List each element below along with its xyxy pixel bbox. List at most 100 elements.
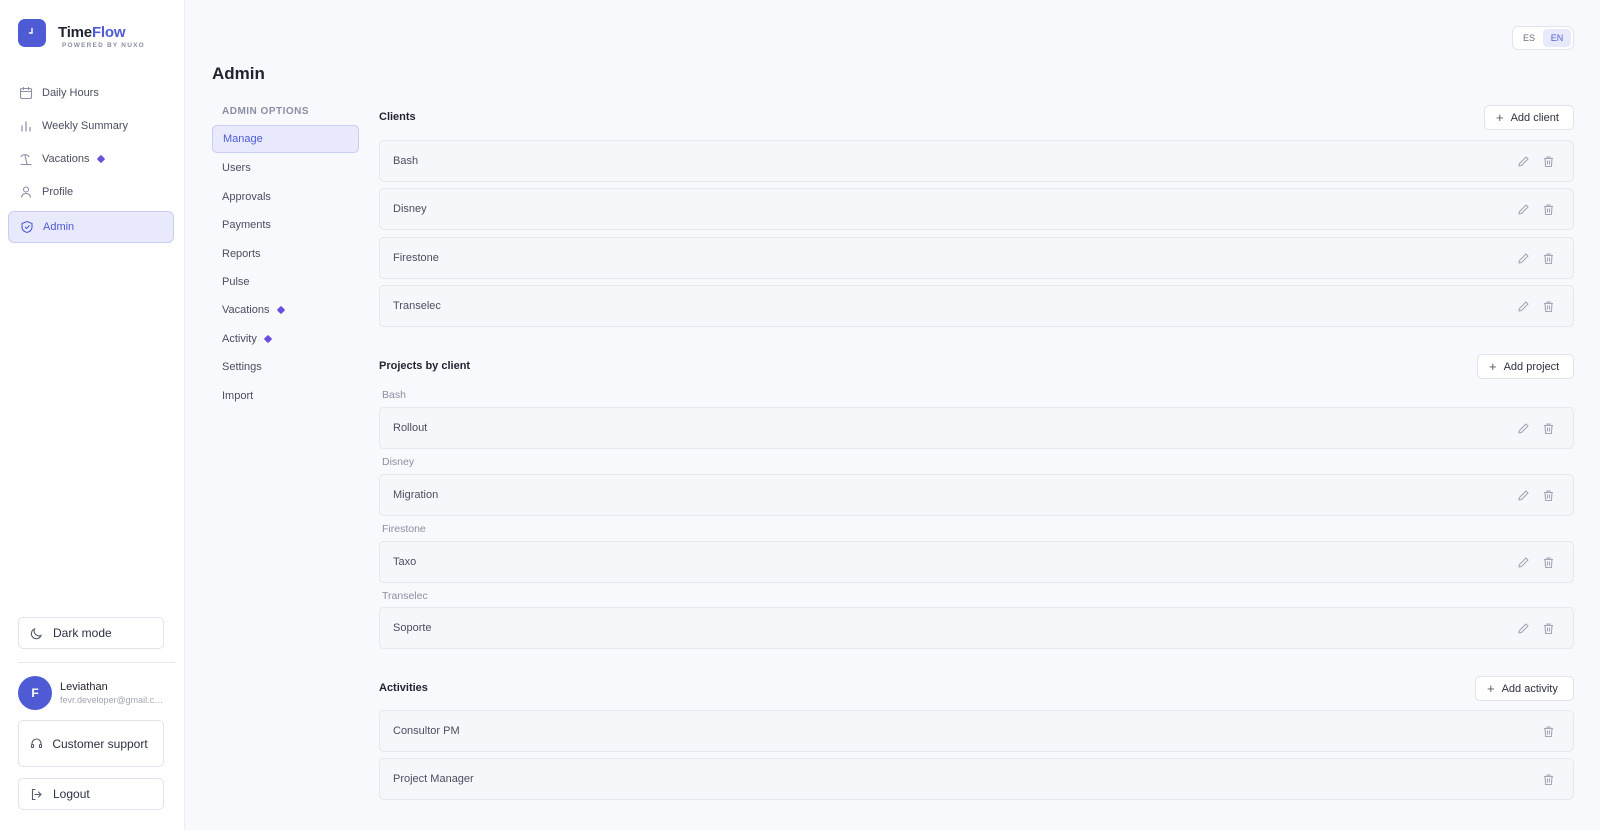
- trash-icon[interactable]: [1542, 300, 1555, 313]
- project-group-label: Transelec: [382, 590, 428, 602]
- language-toggle: ES EN: [1512, 26, 1574, 50]
- project-row: Rollout: [379, 407, 1574, 449]
- pencil-icon[interactable]: [1517, 489, 1530, 502]
- project-group-label: Firestone: [382, 523, 426, 535]
- add-project-button[interactable]: + Add project: [1477, 354, 1574, 379]
- admin-option-users[interactable]: Users: [212, 154, 359, 182]
- divider: [18, 662, 175, 663]
- lang-en-button[interactable]: EN: [1543, 29, 1571, 47]
- client-name: Disney: [393, 203, 427, 215]
- project-name: Soporte: [393, 622, 432, 634]
- trash-icon[interactable]: [1542, 773, 1555, 786]
- user-email: fevr.developer@gmail.com: [60, 695, 165, 705]
- trash-icon[interactable]: [1542, 622, 1555, 635]
- project-name: Migration: [393, 489, 439, 501]
- admin-option-label: Vacations: [222, 304, 270, 316]
- admin-option-label: Activity: [222, 333, 257, 345]
- admin-option-reports[interactable]: Reports: [212, 240, 359, 268]
- dark-mode-label: Dark mode: [53, 626, 112, 640]
- project-name: Rollout: [393, 422, 428, 434]
- plus-icon: +: [1489, 359, 1497, 374]
- pencil-icon[interactable]: [1517, 422, 1530, 435]
- pencil-icon[interactable]: [1517, 155, 1530, 168]
- trash-icon[interactable]: [1542, 203, 1555, 216]
- clock-logo-icon[interactable]: [18, 19, 46, 47]
- add-activity-label: Add activity: [1501, 682, 1558, 695]
- trash-icon[interactable]: [1542, 489, 1555, 502]
- admin-option-approvals[interactable]: Approvals: [212, 183, 359, 211]
- pencil-icon[interactable]: [1517, 203, 1530, 216]
- user-name: Leviathan: [60, 681, 108, 693]
- nav-label: Admin: [43, 221, 75, 233]
- powered-by: POWERED BY NUXO: [62, 42, 145, 49]
- app-name: TimeFlow: [58, 24, 126, 41]
- pencil-icon[interactable]: [1517, 622, 1530, 635]
- logout-button[interactable]: Logout: [18, 778, 164, 810]
- plus-icon: +: [1487, 681, 1495, 696]
- client-row: Disney: [379, 188, 1574, 230]
- activity-row: Consultor PM: [379, 710, 1574, 752]
- logout-label: Logout: [53, 787, 90, 801]
- add-client-button[interactable]: + Add client: [1484, 105, 1574, 130]
- diamond-badge-icon: [96, 154, 105, 164]
- clients-title: Clients: [379, 111, 416, 123]
- add-activity-button[interactable]: + Add activity: [1475, 676, 1574, 701]
- customer-support-label: Customer support: [52, 736, 148, 751]
- activity-name: Consultor PM: [393, 725, 460, 737]
- admin-option-activity[interactable]: Activity: [212, 325, 359, 353]
- add-client-label: Add client: [1510, 111, 1559, 124]
- trash-icon[interactable]: [1542, 252, 1555, 265]
- nav-item-vacations[interactable]: Vacations: [8, 143, 174, 175]
- admin-option-settings[interactable]: Settings: [212, 353, 359, 381]
- activity-name: Project Manager: [393, 773, 474, 785]
- admin-options-header: ADMIN OPTIONS: [222, 106, 310, 117]
- admin-option-manage[interactable]: Manage: [212, 125, 359, 153]
- user-icon: [19, 185, 33, 199]
- project-row: Taxo: [379, 541, 1574, 583]
- client-name: Bash: [393, 155, 419, 167]
- nav-label: Vacations: [42, 153, 90, 165]
- trash-icon[interactable]: [1542, 422, 1555, 435]
- project-group-label: Bash: [382, 389, 406, 401]
- activities-title: Activities: [379, 682, 428, 694]
- pencil-icon[interactable]: [1517, 252, 1530, 265]
- logout-icon: [30, 788, 43, 801]
- activity-row: Project Manager: [379, 758, 1574, 800]
- pencil-icon[interactable]: [1517, 556, 1530, 569]
- project-row: Soporte: [379, 607, 1574, 649]
- nav-item-weekly-summary[interactable]: Weekly Summary: [8, 110, 174, 142]
- customer-support-button[interactable]: Customer support: [18, 720, 164, 767]
- nav-item-daily-hours[interactable]: Daily Hours: [8, 77, 174, 109]
- pencil-icon[interactable]: [1517, 300, 1530, 313]
- nav-item-admin[interactable]: Admin: [8, 211, 174, 243]
- trash-icon[interactable]: [1542, 155, 1555, 168]
- trash-icon[interactable]: [1542, 556, 1555, 569]
- admin-option-import[interactable]: Import: [212, 382, 359, 410]
- project-name: Taxo: [393, 556, 417, 568]
- headset-icon: [30, 737, 43, 750]
- diamond-badge-icon: [276, 305, 285, 315]
- client-row: Bash: [379, 140, 1574, 182]
- dark-mode-button[interactable]: Dark mode: [18, 617, 164, 649]
- client-name: Firestone: [393, 252, 439, 264]
- nav-item-profile[interactable]: Profile: [8, 176, 174, 208]
- admin-option-vacations[interactable]: Vacations: [212, 296, 359, 324]
- nav-label: Daily Hours: [42, 87, 99, 99]
- admin-option-payments[interactable]: Payments: [212, 211, 359, 239]
- avatar[interactable]: F: [18, 676, 52, 710]
- trash-icon[interactable]: [1542, 725, 1555, 738]
- admin-option-pulse[interactable]: Pulse: [212, 268, 359, 296]
- bar-chart-icon: [19, 119, 33, 133]
- vacation-icon: [19, 152, 33, 166]
- nav-label: Profile: [42, 186, 74, 198]
- calendar-icon: [19, 86, 33, 100]
- projects-title: Projects by client: [379, 360, 471, 372]
- lang-es-button[interactable]: ES: [1515, 29, 1543, 47]
- add-project-label: Add project: [1503, 360, 1560, 373]
- client-row: Transelec: [379, 285, 1574, 327]
- plus-icon: +: [1496, 110, 1504, 125]
- diamond-badge-icon: [263, 334, 273, 344]
- shield-icon: [20, 220, 34, 234]
- project-row: Migration: [379, 474, 1574, 516]
- nav-label: Weekly Summary: [42, 120, 128, 132]
